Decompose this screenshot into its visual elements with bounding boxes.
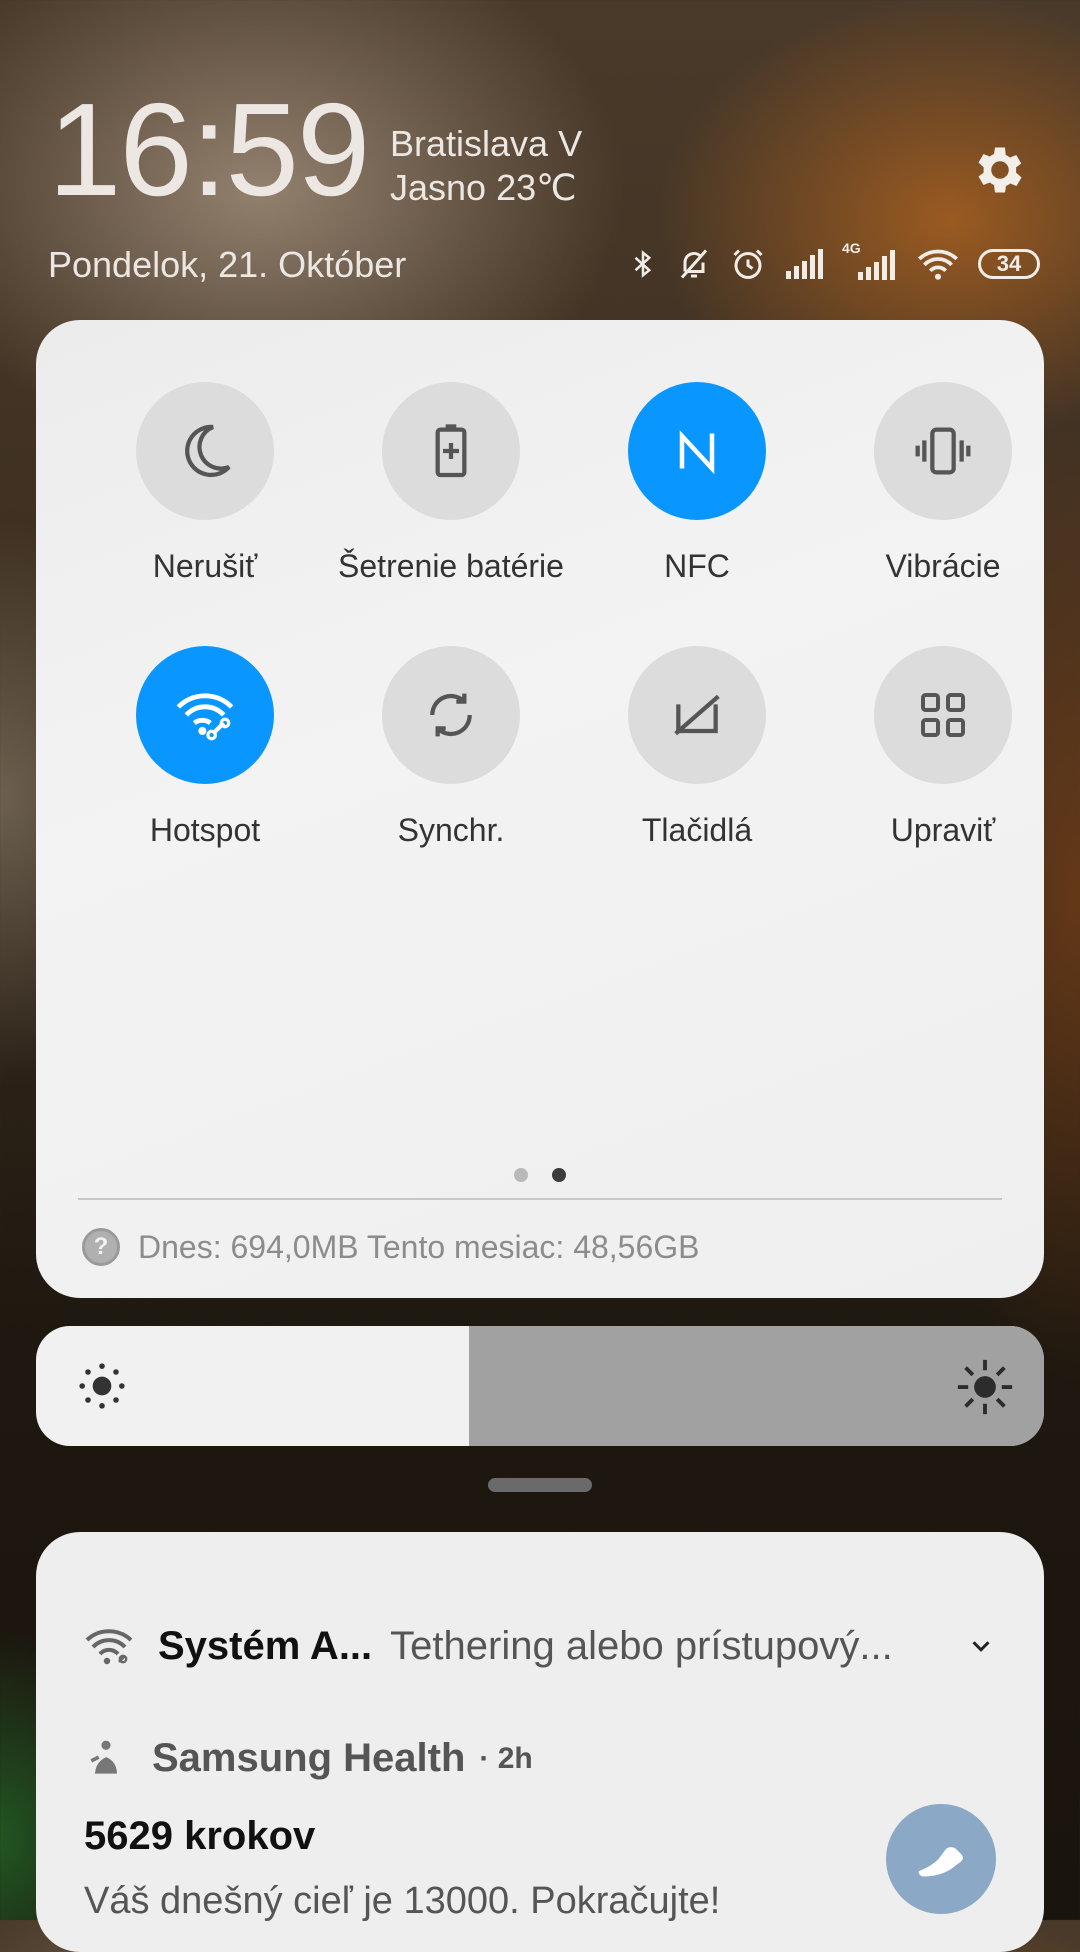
tile-battery-saver[interactable]: Šetrenie batérie (328, 382, 574, 585)
tile-sync[interactable]: Synchr. (328, 646, 574, 849)
clock: 16:59 (48, 76, 370, 223)
tile-buttons[interactable]: Tlačidlá (574, 646, 820, 849)
divider (78, 1198, 1002, 1200)
notification-body: Váš dnešný cieľ je 13000. Pokračujte! (84, 1880, 721, 1922)
edit-grid-icon (874, 646, 1012, 784)
notification-panel: Systém A... Tethering alebo prístupový..… (36, 1532, 1044, 1952)
notification-time-value: 2h (497, 1741, 533, 1775)
buttons-icon (628, 646, 766, 784)
notification-time: · 2h (479, 1741, 533, 1775)
notification-health-header[interactable]: Samsung Health · 2h (84, 1736, 533, 1781)
alarm-icon (733, 249, 763, 279)
brightness-high-icon (954, 1356, 1016, 1423)
battery-saver-icon (382, 382, 520, 520)
moon-icon (136, 382, 274, 520)
tile-label: Upraviť (890, 812, 996, 848)
tile-label: Synchr. (397, 812, 505, 848)
hotspot-icon (85, 1629, 133, 1665)
quick-settings-panel: Nerušiť Šetrenie batérie NFC Vibrácie Ho… (36, 320, 1044, 1298)
tile-edit[interactable]: Upraviť (820, 646, 1066, 849)
tile-do-not-disturb[interactable]: Nerušiť (82, 382, 328, 585)
hotspot-icon (136, 646, 274, 784)
tile-label: Tlačidlá (641, 812, 753, 848)
tile-hotspot[interactable]: Hotspot (82, 646, 328, 849)
signal-4g-icon: 4G (842, 240, 898, 282)
bluetooth-icon (634, 250, 652, 278)
notification-app-name: Systém A... (158, 1623, 373, 1668)
tile-label: Hotspot (149, 812, 261, 848)
signal-icon (786, 249, 823, 279)
date-label: Pondelok, 21. Október (48, 244, 407, 285)
page-dot-2[interactable] (552, 1168, 566, 1182)
health-icon (90, 1740, 117, 1775)
vibrate-icon (874, 382, 1012, 520)
data-usage-row[interactable]: ? Dnes: 694,0MB Tento mesiac: 48,56GB (82, 1228, 700, 1266)
status-bar-icons: 4G 34 (628, 240, 1040, 284)
drag-handle[interactable] (488, 1478, 592, 1492)
tile-label: Šetrenie batérie (338, 548, 564, 584)
page-dot-1[interactable] (514, 1168, 528, 1182)
tile-nfc[interactable]: NFC (574, 382, 820, 585)
settings-gear-icon[interactable] (970, 140, 1030, 200)
shoe-icon[interactable] (886, 1804, 996, 1914)
weather-location: Bratislava V (390, 123, 583, 164)
sync-icon (382, 646, 520, 784)
page-indicator (36, 1168, 1044, 1182)
notification-system[interactable]: Systém A... Tethering alebo prístupový..… (84, 1616, 996, 1676)
data-usage-text: Dnes: 694,0MB Tento mesiac: 48,56GB (138, 1228, 700, 1265)
tile-label: Nerušiť (152, 548, 258, 584)
weather-condition: Jasno 23℃ (390, 167, 577, 208)
notification-title: 5629 krokov (84, 1814, 316, 1858)
notification-message: Tethering alebo prístupový... (390, 1623, 893, 1668)
notification-app-name: Samsung Health (152, 1736, 466, 1780)
nfc-icon (628, 382, 766, 520)
tile-vibration[interactable]: Vibrácie (820, 382, 1066, 585)
brightness-slider[interactable] (36, 1326, 1044, 1446)
tile-label: Vibrácie (885, 548, 1001, 584)
weather-info: Bratislava V Jasno 23℃ (390, 122, 582, 210)
chevron-down-icon[interactable] (966, 1631, 996, 1661)
brightness-low-icon (74, 1358, 130, 1419)
bell-off-icon (680, 249, 708, 279)
help-icon[interactable]: ? (82, 1228, 120, 1266)
tile-label: NFC (664, 548, 730, 584)
battery-indicator: 34 (978, 249, 1040, 279)
wifi-icon (918, 249, 958, 280)
